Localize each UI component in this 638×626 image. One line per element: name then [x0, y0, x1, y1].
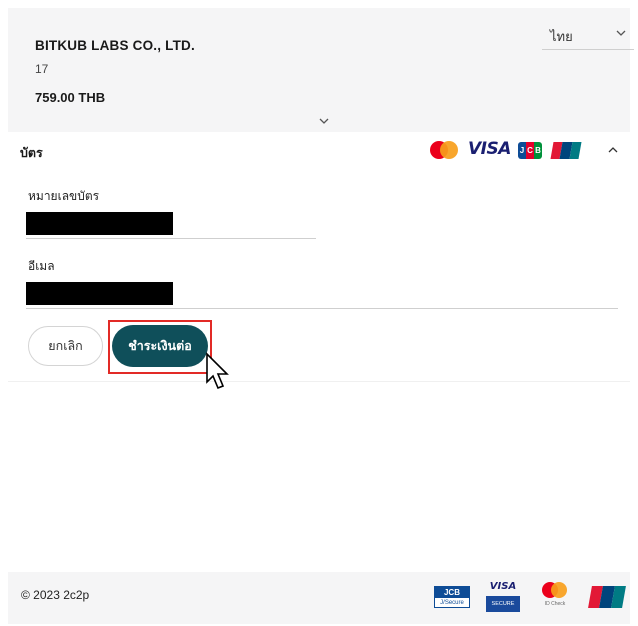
cancel-button[interactable]: ยกเลิก: [28, 326, 103, 366]
continue-payment-button[interactable]: ชำระเงินต่อ: [112, 325, 208, 367]
email-label: อีเมล: [28, 259, 55, 273]
card-number-label: หมายเลขบัตร: [28, 189, 100, 203]
mouse-pointer-icon: [206, 352, 229, 390]
section-title-card: บัตร: [20, 146, 43, 160]
expand-details-icon[interactable]: [318, 116, 330, 126]
chevron-up-icon[interactable]: [608, 146, 618, 154]
email-field[interactable]: [26, 282, 173, 305]
unionpay-logo-icon: [550, 142, 582, 159]
payment-amount: 759.00 THB: [35, 90, 106, 105]
jcb-secure-logo-icon: JCB J/Secure: [434, 586, 470, 608]
mastercard-id-check-logo-icon: ID Check: [540, 582, 570, 614]
order-reference: 17: [35, 62, 49, 76]
order-summary-panel: ไทย BITKUB LABS CO., LTD. 17 759.00 THB: [8, 8, 634, 132]
copyright-text: © 2023 2c2p: [21, 588, 90, 602]
email-underline: [26, 308, 618, 309]
language-label: ไทย: [550, 29, 573, 44]
card-payment-section: บัตร VISA JCB หมายเลขบัตร อีเมล ยกเลิก ช…: [8, 132, 630, 390]
footer: © 2023 2c2p JCB J/Secure VISA SECURE ID …: [8, 572, 630, 624]
card-number-underline: [26, 238, 316, 239]
language-selector[interactable]: ไทย: [542, 22, 634, 50]
card-number-field[interactable]: [26, 212, 173, 235]
visa-secure-logo-icon: VISA SECURE: [486, 580, 520, 612]
mastercard-logo-icon: [430, 141, 458, 159]
visa-logo: VISA: [468, 139, 511, 159]
chevron-down-icon: [616, 30, 626, 36]
merchant-name: BITKUB LABS CO., LTD.: [35, 38, 195, 53]
jcb-logo-icon: JCB: [518, 142, 542, 159]
unionpay-secure-logo-icon: [588, 586, 626, 608]
